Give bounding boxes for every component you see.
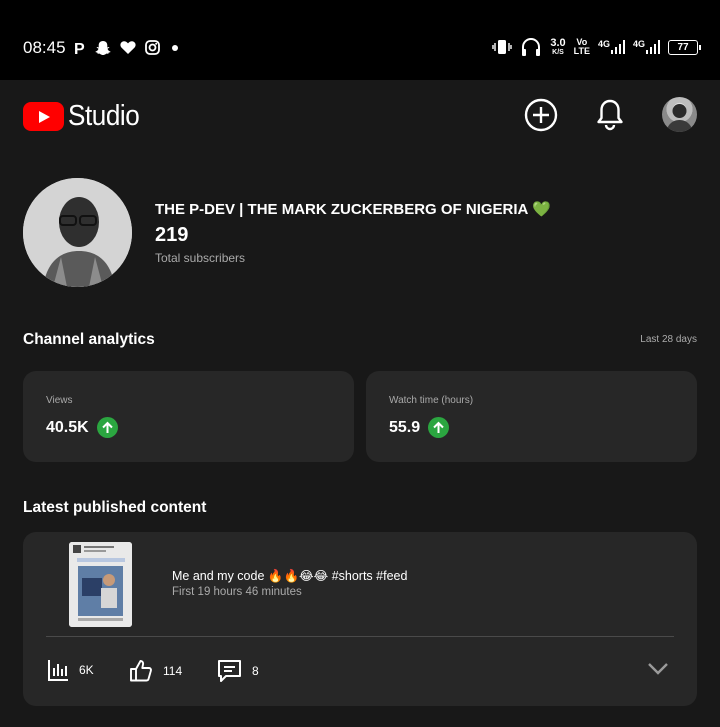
chevron-down-icon <box>648 663 668 675</box>
subscriber-label: Total subscribers <box>155 251 246 265</box>
latest-content-title: Latest published content <box>23 499 207 516</box>
account-avatar[interactable] <box>662 97 697 132</box>
metric-label: Watch time (hours) <box>389 395 474 406</box>
system-icons: 3.0 K/S Vo LTE 4G 4G 77 <box>492 36 701 58</box>
signal-sim1: 4G <box>598 40 625 54</box>
svg-text:P: P <box>74 41 85 56</box>
battery-icon: 77 <box>668 39 701 55</box>
vibrate-icon <box>492 40 513 54</box>
subscriber-count: 219 <box>155 224 189 246</box>
views-value: 40.5K <box>46 418 89 436</box>
headphones-icon <box>522 38 541 56</box>
channel-name: THE P-DEV | THE MARK ZUCKERBERG OF NIGER… <box>155 200 551 218</box>
trend-up-icon <box>428 417 450 438</box>
analytics-bars-icon <box>48 660 68 681</box>
net-type-sim2: 4G <box>632 39 645 49</box>
views-card[interactable]: Views 40.5K <box>23 371 354 462</box>
status-time: 08:45 <box>23 38 66 57</box>
create-icon <box>524 98 558 132</box>
network-speed: 3.0 K/S <box>550 36 566 57</box>
signal-sim2: 4G <box>633 40 660 54</box>
channel-avatar <box>23 178 132 287</box>
comment-icon <box>218 660 241 682</box>
video-meta: First 19 hours 46 minutes <box>172 586 302 598</box>
battery-level: 77 <box>677 41 689 53</box>
pinterest-icon: P <box>74 41 85 56</box>
watch-time-value: 55.9 <box>389 418 421 436</box>
likes-stat: 114 <box>129 659 182 682</box>
watch-time-card[interactable]: Watch time (hours) 55.9 <box>366 371 697 462</box>
likes-count: 114 <box>163 663 183 678</box>
notifications-icon <box>597 99 623 131</box>
like-icon <box>130 660 152 682</box>
video-title[interactable]: Me and my code 🔥🔥😂😂 #shorts #feed <box>172 568 407 584</box>
analytics-title: Channel analytics <box>23 331 155 348</box>
dot-icon <box>172 44 178 51</box>
metric-label: Views <box>46 395 73 406</box>
notification-icons: P <box>74 38 181 57</box>
comments-stat: 8 <box>217 659 259 683</box>
app-bar: Studio <box>0 80 720 152</box>
analytics-period: Last 28 days <box>640 334 697 345</box>
speed-unit: K/S <box>552 48 564 56</box>
instagram-icon <box>145 40 160 55</box>
signal-bars-icon <box>646 40 660 54</box>
app-title: Studio <box>68 100 140 132</box>
create-button[interactable] <box>522 96 560 134</box>
heart-icon <box>120 41 136 54</box>
views-count: 6K <box>79 663 94 677</box>
signal-bars-icon <box>610 40 625 54</box>
youtube-logo-icon <box>23 102 64 131</box>
speed-value: 3.0 <box>550 36 566 49</box>
net-type-sim1: 4G <box>597 39 610 49</box>
views-stat: 6K <box>47 659 94 681</box>
snapchat-icon <box>95 40 111 55</box>
volte-bottom: LTE <box>573 46 590 56</box>
studio-logo[interactable]: Studio <box>23 100 147 133</box>
green-heart-emoji: 💚 <box>532 201 551 218</box>
channel-name-text: THE P-DEV | THE MARK ZUCKERBERG OF NIGER… <box>155 201 528 218</box>
expand-button[interactable] <box>647 662 669 681</box>
comments-count: 8 <box>252 664 259 678</box>
divider <box>46 636 674 637</box>
metric-value: 55.9 <box>389 417 450 438</box>
video-thumbnail[interactable] <box>69 542 132 627</box>
latest-video-card[interactable]: Me and my code 🔥🔥😂😂 #shorts #feed First … <box>23 532 697 706</box>
volte-indicator: Vo LTE <box>574 38 590 56</box>
status-bar: 08:45 P 3.0 K/S Vo LTE 4G 4G 77 <box>0 0 720 80</box>
trend-up-icon <box>96 417 118 438</box>
metric-value: 40.5K <box>46 417 118 438</box>
notifications-button[interactable] <box>591 96 629 134</box>
